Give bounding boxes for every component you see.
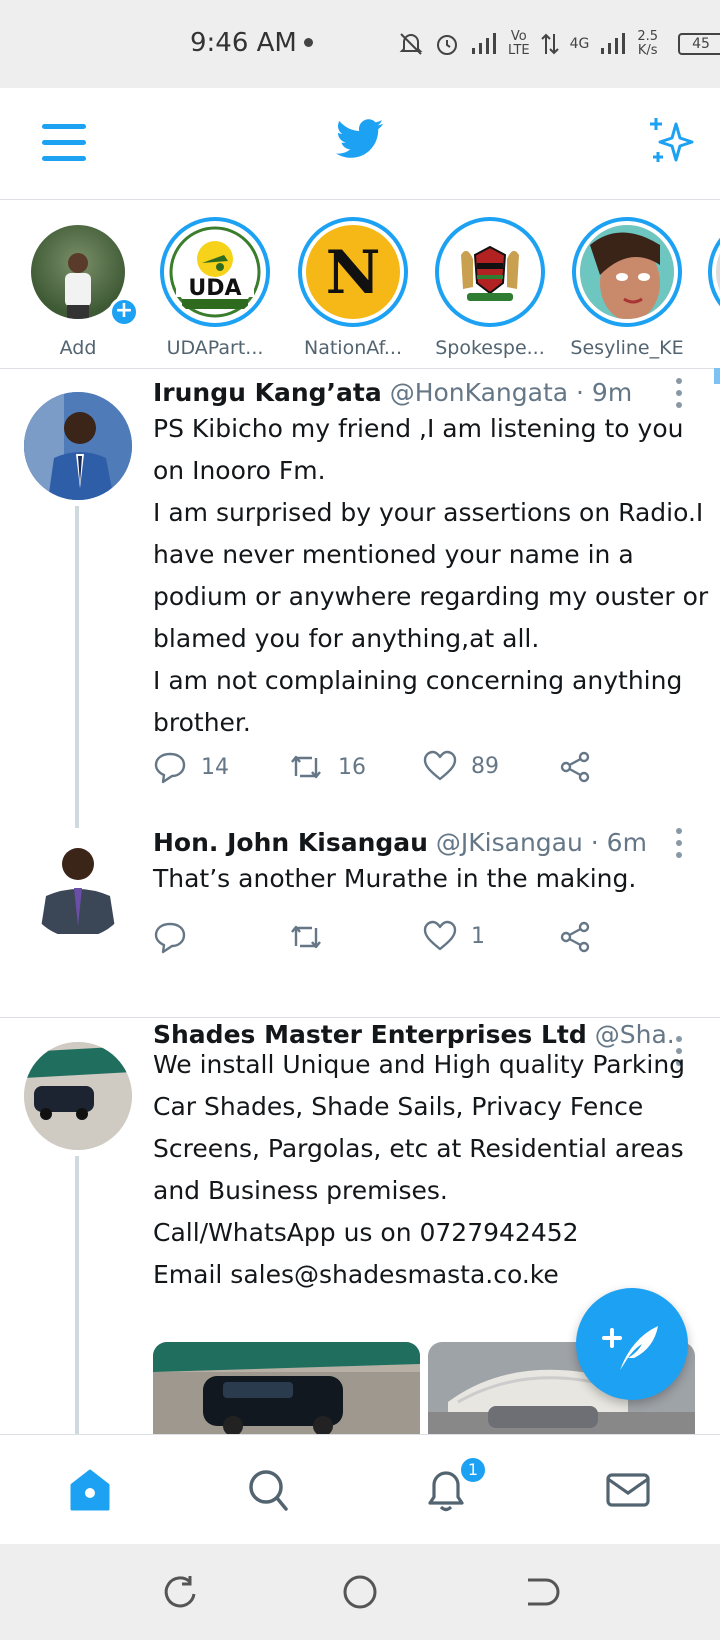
nation-logo: N xyxy=(306,225,400,319)
reply-button[interactable]: 14 xyxy=(153,750,229,784)
volte-indicator: Vo LTE xyxy=(508,29,530,58)
tweet-actions: 1 xyxy=(153,920,623,960)
tweet-handle[interactable]: @HonKangata xyxy=(390,378,568,407)
search-icon xyxy=(249,1470,288,1511)
fleet-label: UDAPart... xyxy=(166,337,264,359)
reply-icon xyxy=(154,922,186,954)
tweet-header: Irungu Kang’ata @HonKangata · 9m xyxy=(153,378,673,407)
tweet-author-name[interactable]: Irungu Kang’ata xyxy=(153,378,382,407)
sparkle-icon[interactable] xyxy=(646,116,696,166)
tweet-media-image[interactable] xyxy=(153,1342,420,1434)
share-icon xyxy=(560,751,590,783)
battery-icon: 45 xyxy=(678,33,720,55)
fleet-spokesperson[interactable]: Spokespe... xyxy=(425,217,555,359)
retweet-button[interactable] xyxy=(288,920,338,954)
tweet-actions: 14 16 89 xyxy=(153,750,623,790)
status-icons: Vo LTE 4G 2.5 K/s 45 xyxy=(398,24,720,64)
coat-of-arms-logo xyxy=(443,225,537,319)
app-header xyxy=(0,88,720,200)
tweet-text[interactable]: We install Unique and High quality Parki… xyxy=(153,1044,693,1296)
signal-icon-2 xyxy=(601,33,626,54)
share-icon xyxy=(560,921,590,953)
mail-icon xyxy=(606,1473,650,1507)
tweet-time: · 9m xyxy=(576,378,633,407)
system-navigation-bar xyxy=(0,1544,720,1640)
back-icon[interactable] xyxy=(520,1572,560,1612)
network-speed: 2.5 K/s xyxy=(637,29,659,58)
home-tab[interactable] xyxy=(60,1465,120,1515)
tweet-author-name[interactable]: Hon. John Kisangau xyxy=(153,828,428,857)
fleet-sesyline[interactable]: Sesyline_KE xyxy=(562,217,692,359)
fleet-add[interactable]: + Add xyxy=(13,217,143,359)
home-button-icon[interactable] xyxy=(340,1572,380,1612)
notifications-badge: 1 xyxy=(458,1455,488,1485)
uda-logo: UDA xyxy=(168,225,262,319)
tweet-header: Hon. John Kisangau @JKisangau · 6m xyxy=(153,828,673,857)
tweet-text[interactable]: PS Kibicho my friend ,I am listening to … xyxy=(153,408,708,744)
fleet-label: Sesyline_KE xyxy=(570,337,684,359)
compose-tweet-button[interactable] xyxy=(576,1288,688,1400)
messages-tab[interactable] xyxy=(598,1465,658,1515)
home-icon xyxy=(70,1469,110,1511)
status-bar: 9:46 AM Vo LTE 4G 2.5 K/s 45 xyxy=(0,0,720,88)
signal-icon xyxy=(472,33,496,54)
add-fleet-plus-icon[interactable]: + xyxy=(109,297,139,327)
fleet-label: Spokespe... xyxy=(435,337,545,359)
thread-line xyxy=(75,1156,79,1434)
recent-apps-icon[interactable] xyxy=(160,1572,200,1612)
compose-feather-icon xyxy=(602,1326,658,1370)
data-arrows-icon xyxy=(540,33,559,55)
fleet-label: Add xyxy=(59,337,97,359)
tweet-handle[interactable]: @JKisangau xyxy=(436,828,583,857)
avatar-kisangau[interactable] xyxy=(24,830,132,938)
search-tab[interactable] xyxy=(238,1465,298,1515)
avatar-irungu[interactable] xyxy=(24,392,132,500)
fleet-label: NationAf... xyxy=(304,337,402,359)
heart-icon xyxy=(423,920,457,951)
retweet-icon xyxy=(291,925,321,949)
reply-icon xyxy=(154,752,186,784)
fleet-nationafrica[interactable]: N NationAf... xyxy=(288,217,418,359)
retweet-button[interactable]: 16 xyxy=(288,750,366,784)
tweet-divider xyxy=(0,1017,720,1018)
reply-button[interactable] xyxy=(153,920,201,954)
like-button[interactable]: 1 xyxy=(423,920,485,952)
fleet-udaparty[interactable]: UDA UDAPart... xyxy=(150,217,280,359)
share-button[interactable] xyxy=(558,920,592,954)
svg-text:UDA: UDA xyxy=(188,276,241,301)
heart-icon xyxy=(423,750,457,781)
timeline[interactable]: Irungu Kang’ata @HonKangata · 9m PS Kibi… xyxy=(0,370,720,1434)
twitter-bird-icon[interactable] xyxy=(336,118,384,160)
fleets-row: + Add UDA UDAPart... N NationAf... Spoke… xyxy=(0,201,720,369)
network-type: 4G xyxy=(569,36,590,52)
avatar-shades-master[interactable] xyxy=(24,1042,132,1150)
tweet-time: · 6m xyxy=(590,828,647,857)
bottom-navigation: 1 xyxy=(0,1434,720,1544)
tweet-text[interactable]: That’s another Murathe in the making. xyxy=(153,858,693,900)
hamburger-icon[interactable] xyxy=(42,124,86,164)
sesyline-avatar xyxy=(580,225,674,319)
mute-bell-icon xyxy=(399,33,423,55)
alarm-icon xyxy=(437,35,457,55)
svg-text:N: N xyxy=(326,238,381,308)
thread-line xyxy=(75,506,79,828)
share-button[interactable] xyxy=(558,750,592,784)
notification-dot xyxy=(304,38,313,47)
fleet-next-partial[interactable] xyxy=(698,217,720,327)
retweet-icon xyxy=(291,755,321,779)
like-button[interactable]: 89 xyxy=(423,750,499,782)
status-time: 9:46 AM xyxy=(190,28,297,58)
